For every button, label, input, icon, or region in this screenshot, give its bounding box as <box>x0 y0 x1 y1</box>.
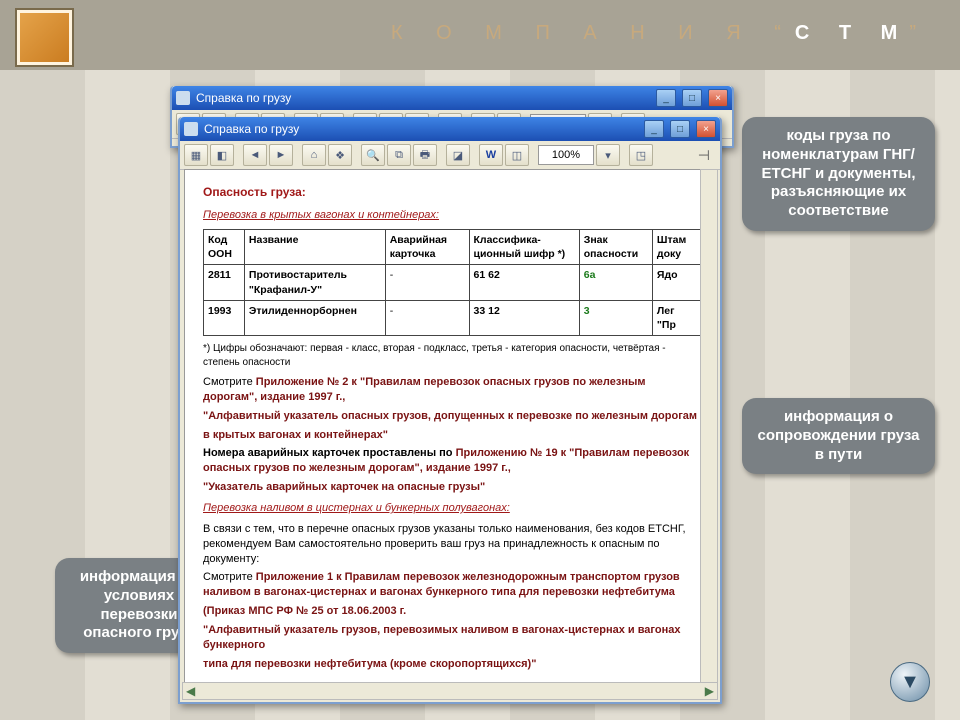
pin-icon[interactable]: ⊣ <box>698 147 710 164</box>
close-button[interactable]: × <box>696 120 716 138</box>
scroll-left-icon[interactable]: ◀ <box>186 684 195 698</box>
titlebar-front[interactable]: Справка по грузу _ □ × <box>180 117 720 141</box>
toolbar-front: ▦ ◧ ◄ ► ⌂ ❖ 🔍 ⧉ 🖶 ◪ W ◫ 100% ▾ ◳ ⊣ <box>180 141 720 170</box>
doc-line: В связи с тем, что в перечне опасных гру… <box>203 522 701 567</box>
doc-section1: Перевозка в крытых вагонах и контейнерах… <box>203 208 701 223</box>
doc-line: Смотрите Приложение № 2 к "Правилам пере… <box>203 375 701 405</box>
print-icon[interactable]: 🖶 <box>413 144 437 166</box>
tool-btn[interactable]: ⌂ <box>302 144 326 166</box>
doc-line: (Приказ МПС РФ № 25 от 18.06.2003 г. <box>203 604 701 619</box>
table-row: 1993 Этилиденнорборнен - 33 12 3 Лег "Пр <box>204 300 701 335</box>
maximize-button[interactable]: □ <box>682 89 702 107</box>
doc-heading: Опасность груза: <box>203 184 701 200</box>
callout-escort: информация о сопровождении груза в пути <box>742 398 935 474</box>
th-class: Классифика- ционный шифр *) <box>469 230 579 265</box>
maximize-button[interactable]: □ <box>670 120 690 138</box>
doc-line: "Указатель аварийных карточек на опасные… <box>203 480 701 495</box>
titlebar-back[interactable]: Справка по грузу _ □ × <box>172 86 732 110</box>
tool-btn[interactable]: ◧ <box>210 144 234 166</box>
preview-icon[interactable]: ◪ <box>446 144 470 166</box>
app-icon <box>184 122 198 136</box>
zoom-field[interactable]: 100% <box>538 145 594 165</box>
scroll-right-icon[interactable]: ▶ <box>705 684 714 698</box>
th-code: Код ООН <box>204 230 245 265</box>
doc-section2: Перевозка наливом в цистернах и бункерны… <box>203 501 701 516</box>
company-logo <box>15 8 74 67</box>
window-front: Справка по грузу _ □ × ▦ ◧ ◄ ► ⌂ ❖ 🔍 ⧉ 🖶… <box>178 117 722 704</box>
next-slide-button[interactable]: ▼ <box>890 662 930 702</box>
zoom-dropdown-icon[interactable]: ▾ <box>596 144 620 166</box>
th-name: Название <box>244 230 385 265</box>
tool-btn[interactable]: ▦ <box>184 144 208 166</box>
word-icon[interactable]: W <box>479 144 503 166</box>
table-row: 2811 Противостаритель "Крафанил-У" - 61 … <box>204 265 701 300</box>
nav-fwd-button[interactable]: ► <box>269 144 293 166</box>
document-pane[interactable]: Опасность груза: Перевозка в крытых ваго… <box>184 169 716 684</box>
th-stamp: Штам доку <box>652 230 700 265</box>
vertical-scrollbar[interactable] <box>700 169 718 684</box>
copy-icon[interactable]: ⧉ <box>387 144 411 166</box>
close-button[interactable]: × <box>708 89 728 107</box>
tool-btn[interactable]: ❖ <box>328 144 352 166</box>
hazard-table: Код ООН Название Аварийная карточка Клас… <box>203 229 701 336</box>
window-title: Справка по грузу <box>204 122 299 136</box>
doc-line: "Алфавитный указатель грузов, перевозимы… <box>203 623 701 653</box>
doc-line: в крытых вагонах и контейнерах" <box>203 428 701 443</box>
doc-footnote: *) Цифры обозначают: первая - класс, вто… <box>203 342 701 369</box>
company-header: К О М П А Н И Я “С Т М” <box>391 22 930 45</box>
doc-line: "Алфавитный указатель опасных грузов, до… <box>203 409 701 424</box>
nav-back-button[interactable]: ◄ <box>243 144 267 166</box>
th-card: Аварийная карточка <box>385 230 469 265</box>
tool-btn[interactable]: ◫ <box>505 144 529 166</box>
search-icon[interactable]: 🔍 <box>361 144 385 166</box>
th-sign: Знак опасности <box>579 230 652 265</box>
callout-codes: коды груза по номенклатурам ГНГ/ЕТСНГ и … <box>742 117 935 231</box>
doc-line: Смотрите Приложение 1 к Правилам перевоз… <box>203 570 701 600</box>
doc-line: Номера аварийных карточек проставлены по… <box>203 446 701 476</box>
minimize-button[interactable]: _ <box>656 89 676 107</box>
minimize-button[interactable]: _ <box>644 120 664 138</box>
tool-btn[interactable]: ◳ <box>629 144 653 166</box>
app-icon <box>176 91 190 105</box>
horizontal-scrollbar[interactable]: ◀ ▶ <box>182 682 718 700</box>
doc-line: типа для перевозки нефтебитума (кроме ск… <box>203 657 701 672</box>
window-title: Справка по грузу <box>196 91 291 105</box>
